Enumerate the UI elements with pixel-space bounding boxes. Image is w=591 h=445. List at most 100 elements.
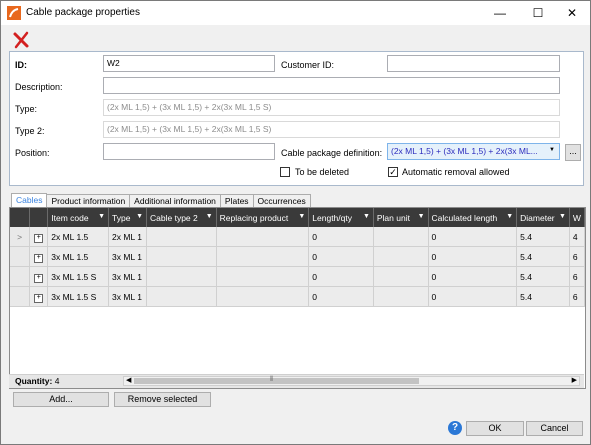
column-header[interactable]: W	[569, 208, 585, 227]
cell-cable-type-2[interactable]	[146, 266, 217, 287]
cell-cable-type-2[interactable]	[146, 286, 217, 307]
cable-definition-label: Cable package definition:	[281, 148, 383, 158]
tab-plates[interactable]: Plates	[219, 194, 254, 207]
cell-item-code[interactable]: 3x ML 1.5 S	[47, 266, 110, 287]
row-selector[interactable]	[10, 286, 31, 307]
expand-plus-icon: +	[34, 273, 44, 283]
position-field[interactable]	[103, 143, 275, 160]
description-field[interactable]	[103, 77, 560, 94]
cable-definition-select[interactable]: (2x ML 1,5) + (3x ML 1,5) + 2x(3x ML... …	[387, 143, 560, 160]
browse-button[interactable]: ...	[565, 144, 581, 161]
cell-item-code[interactable]: 3x ML 1.5 S	[47, 286, 110, 307]
cell-w[interactable]: 6	[569, 286, 585, 307]
title-bar: Cable package properties — ☐ ✕	[1, 1, 590, 25]
id-field[interactable]: W2	[103, 55, 275, 72]
expand-plus-icon: +	[34, 233, 44, 243]
cell-item-code[interactable]: 2x ML 1.5	[47, 227, 110, 247]
cell-w[interactable]: 6	[569, 266, 585, 287]
cell-replacing-product[interactable]	[216, 266, 310, 287]
cell-item-code[interactable]: 3x ML 1.5	[47, 246, 110, 267]
cell-plan-unit[interactable]	[373, 286, 429, 307]
cell-replacing-product[interactable]	[216, 246, 310, 267]
cell-calculated-length[interactable]: 0	[428, 227, 518, 247]
horizontal-scrollbar[interactable]: ◀ ⦀ ▶	[123, 376, 580, 386]
cell-length-qty[interactable]: 0	[308, 266, 374, 287]
column-header[interactable]: Cable type 2 ▼	[146, 208, 217, 227]
row-selector[interactable]	[10, 246, 31, 267]
tab-product-information[interactable]: Product information	[46, 194, 131, 207]
tab-cables[interactable]: Cables	[11, 193, 48, 208]
expand-plus-icon: +	[34, 253, 44, 263]
cell-w[interactable]: 4	[569, 227, 585, 247]
filter-icon: ▼	[98, 213, 106, 220]
grid-header-row: Item code ▼ Type ▼ Cable type 2 ▼ Replacing…	[10, 208, 585, 227]
cancel-button[interactable]: Cancel	[526, 421, 583, 436]
scroll-left-icon[interactable]: ◀	[126, 376, 131, 384]
cell-replacing-product[interactable]	[216, 227, 310, 247]
expand-cell[interactable]: +	[29, 227, 49, 247]
cell-calculated-length[interactable]: 0	[428, 246, 518, 267]
cell-calculated-length[interactable]: 0	[428, 286, 518, 307]
app-logo-icon	[7, 6, 21, 20]
expand-cell[interactable]: +	[29, 246, 49, 267]
delete-icon[interactable]	[11, 30, 31, 50]
expand-cell[interactable]: +	[29, 286, 49, 307]
scroll-right-icon[interactable]: ▶	[572, 376, 577, 384]
tab-occurrences[interactable]: Occurrences	[252, 194, 311, 207]
column-header[interactable]: Calculated length ▼	[428, 208, 518, 227]
cell-length-qty[interactable]: 0	[308, 286, 374, 307]
remove-selected-button[interactable]: Remove selected	[114, 392, 211, 407]
scroll-grip-icon: ⦀	[270, 376, 274, 383]
table-row[interactable]: + 3x ML 1.5 S 3x ML 1 0 0 5.4 6	[10, 286, 585, 307]
filter-icon: ▼	[506, 213, 514, 220]
table-row[interactable]: + 3x ML 1.5 S 3x ML 1 0 0 5.4 6	[10, 266, 585, 287]
cell-plan-unit[interactable]	[373, 227, 429, 247]
column-header[interactable]: Type ▼	[108, 208, 148, 227]
cell-type[interactable]: 3x ML 1	[108, 246, 148, 267]
column-header[interactable]: Item code ▼	[47, 208, 110, 227]
column-header[interactable]: Diameter ▼	[516, 208, 570, 227]
to-be-deleted-checkbox[interactable]	[280, 167, 290, 177]
cell-length-qty[interactable]: 0	[308, 227, 374, 247]
tab-additional-information[interactable]: Additional information	[129, 194, 221, 207]
checkmark-icon: ✓	[389, 167, 397, 177]
header-selector	[10, 208, 31, 227]
column-header[interactable]: Plan unit ▼	[373, 208, 429, 227]
cell-diameter[interactable]: 5.4	[516, 266, 570, 287]
customer-id-label: Customer ID:	[281, 60, 335, 70]
cell-cable-type-2[interactable]	[146, 246, 217, 267]
close-button[interactable]: ✕	[554, 1, 590, 25]
cell-cable-type-2[interactable]	[146, 227, 217, 247]
table-row[interactable]: + 3x ML 1.5 3x ML 1 0 0 5.4 6	[10, 246, 585, 267]
dropdown-arrow-icon: ▼	[549, 147, 555, 153]
row-selector[interactable]	[10, 266, 31, 287]
expand-cell[interactable]: +	[29, 266, 49, 287]
cell-plan-unit[interactable]	[373, 246, 429, 267]
table-row[interactable]: > + 2x ML 1.5 2x ML 1 0 0 5.4 4	[10, 227, 585, 247]
scrollbar-thumb[interactable]	[134, 378, 419, 384]
cell-type[interactable]: 3x ML 1	[108, 286, 148, 307]
cell-length-qty[interactable]: 0	[308, 246, 374, 267]
cell-type[interactable]: 2x ML 1	[108, 227, 148, 247]
ok-button[interactable]: OK	[466, 421, 524, 436]
maximize-button[interactable]: ☐	[520, 1, 556, 25]
cell-calculated-length[interactable]: 0	[428, 266, 518, 287]
cell-diameter[interactable]: 5.4	[516, 246, 570, 267]
cell-diameter[interactable]: 5.4	[516, 227, 570, 247]
cell-replacing-product[interactable]	[216, 286, 310, 307]
header-expander	[29, 208, 49, 227]
tab-strip: Cables Product information Additional in…	[11, 193, 311, 208]
help-icon[interactable]: ?	[448, 421, 462, 435]
add-button[interactable]: Add...	[13, 392, 109, 407]
cell-type[interactable]: 3x ML 1	[108, 266, 148, 287]
cell-plan-unit[interactable]	[373, 266, 429, 287]
auto-removal-checkbox[interactable]: ✓	[388, 167, 398, 177]
minimize-button[interactable]: —	[482, 1, 518, 25]
column-header[interactable]: Length/qty ▼	[308, 208, 374, 227]
cell-w[interactable]: 6	[569, 246, 585, 267]
type2-label: Type 2:	[15, 126, 45, 136]
customer-id-field[interactable]	[387, 55, 560, 72]
row-selector[interactable]: >	[10, 227, 31, 247]
column-header[interactable]: Replacing product ▼	[216, 208, 310, 227]
cell-diameter[interactable]: 5.4	[516, 286, 570, 307]
